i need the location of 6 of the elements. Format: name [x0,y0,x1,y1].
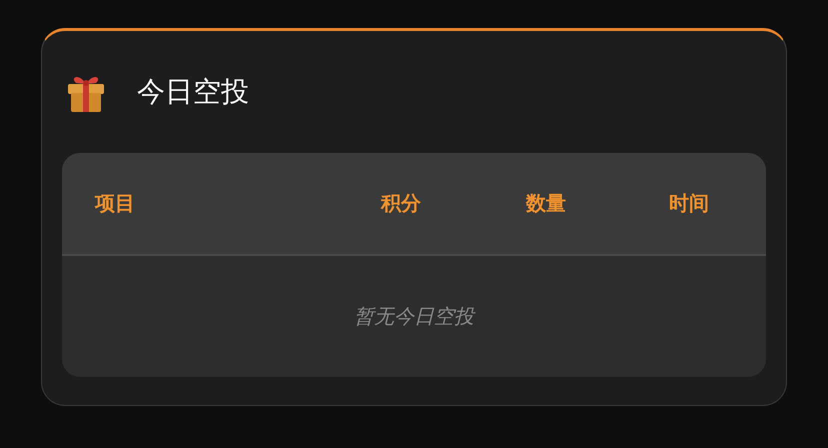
column-header: 积分 [381,190,422,217]
card-title: 今日空投 [137,74,249,110]
column-header: 数量 [526,190,567,217]
column-header: 项目 [95,190,136,217]
empty-message: 暂无今日空投 [354,303,474,330]
column-header: 时间 [669,190,710,217]
